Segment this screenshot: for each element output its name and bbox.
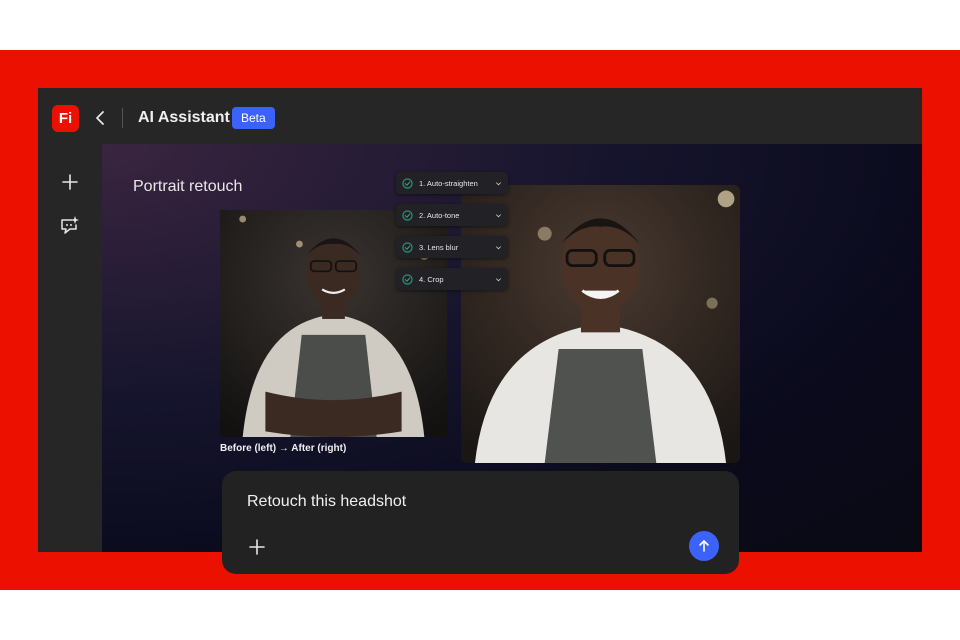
chat-sparkle-icon — [61, 216, 79, 234]
step-label: 4. Crop — [419, 274, 444, 284]
beta-badge: Beta — [232, 107, 275, 129]
assistant-chat-button[interactable] — [58, 214, 82, 238]
check-circle-icon — [402, 209, 413, 221]
step-label: 3. Lens blur — [419, 242, 459, 252]
step-auto-straighten[interactable]: 1. Auto-straighten — [396, 172, 508, 194]
app-logo: Fi — [52, 105, 79, 132]
step-crop[interactable]: 4. Crop — [396, 268, 508, 290]
chevron-down-icon — [496, 277, 501, 281]
chevron-down-icon — [496, 213, 501, 217]
app-title: AI Assistant — [138, 109, 230, 126]
chevron-down-icon — [496, 245, 501, 249]
app-logo-text: Fi — [58, 110, 73, 127]
back-button[interactable] — [90, 108, 110, 128]
prompt-input[interactable]: Retouch this headshot — [247, 492, 406, 512]
toolbar-divider — [122, 108, 123, 128]
prompt-box[interactable]: Retouch this headshot — [222, 471, 739, 574]
plus-icon — [249, 539, 265, 555]
attach-button[interactable] — [247, 537, 267, 557]
before-after-caption: Before (left) → After (right) — [220, 443, 347, 454]
check-circle-icon — [402, 273, 413, 285]
step-label: 2. Auto-tone — [419, 210, 460, 220]
canvas-title: Portrait retouch — [133, 178, 243, 195]
step-label: 1. Auto-straighten — [419, 178, 478, 188]
plus-icon — [62, 174, 78, 190]
check-circle-icon — [402, 241, 413, 253]
new-button[interactable] — [58, 170, 82, 194]
send-button[interactable] — [689, 531, 719, 561]
step-lens-blur[interactable]: 3. Lens blur — [396, 236, 508, 258]
edit-steps-list: 1. Auto-straighten 2. Auto-tone 3. Lens … — [396, 172, 508, 300]
chevron-left-icon — [96, 111, 104, 125]
sidebar — [38, 144, 102, 552]
chevron-down-icon — [496, 181, 501, 185]
step-auto-tone[interactable]: 2. Auto-tone — [396, 204, 508, 226]
check-circle-icon — [402, 177, 413, 189]
arrow-up-icon — [699, 540, 709, 552]
top-bar: Fi AI Assistant Beta — [38, 88, 922, 144]
